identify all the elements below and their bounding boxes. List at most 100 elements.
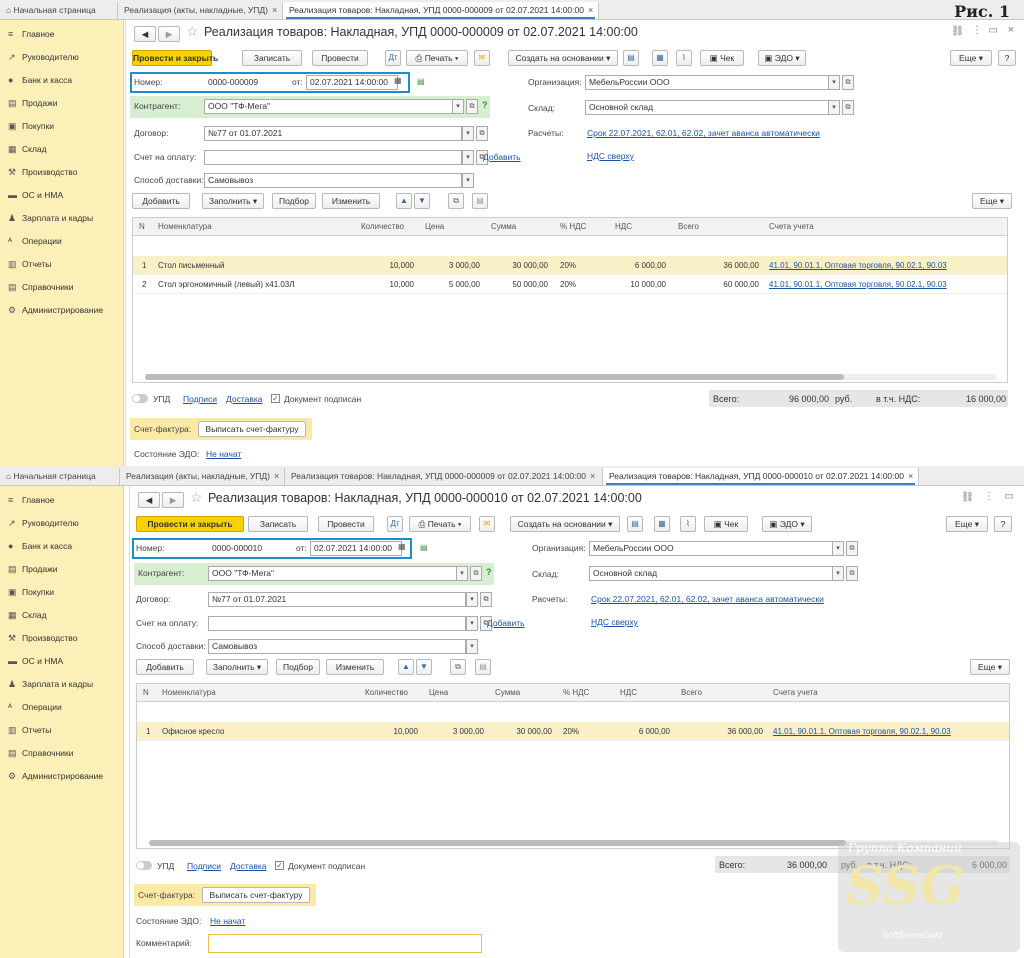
sidebar-item-production[interactable]: ⚒ Производство	[8, 164, 77, 180]
contractor-field[interactable]: ООО "ТФ-Мега"	[204, 99, 454, 114]
signed-checkbox[interactable]: ✓	[271, 394, 280, 403]
create-based-on-button[interactable]: Создать на основании ▾	[510, 516, 620, 532]
table-more-button[interactable]: Еще ▾	[970, 659, 1010, 675]
receipt-button[interactable]: ▣ Чек	[700, 50, 744, 66]
sidebar-item-main[interactable]: ≡ Главное	[8, 26, 54, 42]
attachment-icon[interactable]: ⌇	[676, 50, 692, 66]
calendar-icon[interactable]: ▦	[398, 542, 406, 551]
upd-toggle[interactable]	[136, 861, 152, 870]
tab-document-10[interactable]: Реализация товаров: Накладная, УПД 0000-…	[603, 468, 919, 485]
fill-button[interactable]: Заполнить ▾	[206, 659, 268, 675]
tab-sales-list[interactable]: Реализация (акты, накладные, УПД) ×	[118, 2, 283, 19]
settlements-link[interactable]: Срок 22.07.2021, 62.01, 62.02, зачет ава…	[587, 128, 820, 138]
create-based-on-button[interactable]: Создать на основании ▾	[508, 50, 618, 66]
sidebar-item-catalogs[interactable]: ▤ Справочники	[8, 279, 74, 295]
sidebar-item-salary[interactable]: ♟ Зарплата и кадры	[8, 210, 93, 226]
arrow-up-icon[interactable]: ▲	[398, 659, 414, 675]
signatures-link[interactable]: Подписи	[187, 861, 221, 871]
tab-home[interactable]: ⌂ Начальная страница	[0, 2, 118, 19]
question-icon[interactable]: ?	[486, 567, 492, 577]
sidebar-item-reports[interactable]: ▥ Отчеты	[8, 256, 51, 272]
issue-invoice-button[interactable]: Выписать счет-фактуру	[198, 421, 306, 437]
add-row-button[interactable]: Добавить	[132, 193, 190, 209]
star-icon[interactable]: ☆	[186, 23, 199, 40]
tab-home[interactable]: ⌂ Начальная страница	[0, 468, 120, 485]
copy-icon[interactable]: ⧉	[448, 193, 464, 209]
table-more-button[interactable]: Еще ▾	[972, 193, 1012, 209]
close-icon[interactable]: ×	[908, 471, 913, 481]
tab-document-9[interactable]: Реализация товаров: Накладная, УПД 0000-…	[285, 468, 603, 485]
sidebar-item-warehouse[interactable]: ▦ Склад	[8, 141, 47, 157]
add-invoice-link[interactable]: Добавить	[487, 618, 525, 628]
delivery-link[interactable]: Доставка	[226, 394, 263, 404]
tab-document[interactable]: Реализация товаров: Накладная, УПД 0000-…	[283, 2, 599, 19]
organization-field[interactable]: МебельРоссии ООО	[585, 75, 830, 90]
issue-invoice-button[interactable]: Выписать счет-фактуру	[202, 887, 310, 903]
warehouse-field[interactable]: Основной склад	[585, 100, 830, 115]
form-icon[interactable]: ▤	[417, 77, 425, 86]
link-icon[interactable]: ⛓	[961, 492, 974, 503]
organization-field[interactable]: МебельРоссии ООО	[589, 541, 834, 556]
post-and-close-button[interactable]: Провести и закрыть	[132, 50, 218, 66]
forward-button[interactable]: ▶	[162, 492, 184, 508]
open-icon[interactable]: ⧉	[480, 592, 492, 607]
copy-icon[interactable]: ⧉	[450, 659, 466, 675]
sidebar-item-assets[interactable]: ▬ ОС и НМА	[8, 653, 63, 669]
table-row[interactable]: 1 Офисное кресло 10,000 3 000,00 30 000,…	[137, 722, 1009, 741]
vat-on-top-link[interactable]: НДС сверху	[591, 617, 638, 627]
sidebar-item-admin[interactable]: ⚙ Администрирование	[8, 768, 103, 784]
contract-field[interactable]: №77 от 01.07.2021	[204, 126, 462, 141]
dropdown-icon[interactable]: ▾	[462, 126, 474, 141]
sidebar-item-operations[interactable]: ᴬ Операции	[8, 233, 62, 249]
arrow-down-icon[interactable]: ▼	[416, 659, 432, 675]
invoice-pay-field[interactable]	[204, 150, 462, 165]
maximize-icon[interactable]: ▭	[989, 25, 998, 36]
back-button[interactable]: ◀	[138, 492, 160, 508]
structure-icon[interactable]: ▦	[652, 50, 668, 66]
dropdown-icon[interactable]: ▾	[832, 541, 844, 556]
question-icon[interactable]: ?	[482, 100, 488, 110]
link-icon[interactable]: ⛓	[951, 26, 964, 37]
open-icon[interactable]: ⧉	[846, 566, 858, 581]
mail-icon[interactable]: ✉	[474, 50, 490, 66]
dropdown-icon[interactable]: ▾	[832, 566, 844, 581]
contractor-field[interactable]: ООО "ТФ-Мега"	[208, 566, 458, 581]
dropdown-icon[interactable]: ▾	[466, 592, 478, 607]
back-button[interactable]: ◀	[134, 26, 156, 42]
close-icon[interactable]: ×	[590, 471, 595, 481]
date-field[interactable]: 02.07.2021 14:00:00	[306, 75, 398, 90]
attachment-icon[interactable]: ⌇	[680, 516, 696, 532]
upd-toggle[interactable]	[132, 394, 148, 403]
sidebar-item-operations[interactable]: ᴬ Операции	[8, 699, 62, 715]
dropdown-icon[interactable]: ▾	[466, 639, 478, 654]
sidebar-item-manager[interactable]: ↗ Руководителю	[8, 49, 79, 65]
dt-kt-icon[interactable]: Дт	[385, 50, 401, 66]
dropdown-icon[interactable]: ▾	[462, 173, 474, 188]
add-row-button[interactable]: Добавить	[136, 659, 194, 675]
paste-icon[interactable]: ▤	[472, 193, 488, 209]
arrow-up-icon[interactable]: ▲	[396, 193, 412, 209]
select-button[interactable]: Подбор	[276, 659, 320, 675]
sidebar-item-manager[interactable]: ↗ Руководителю	[8, 515, 79, 531]
delivery-link[interactable]: Доставка	[230, 861, 267, 871]
sidebar-item-purchases[interactable]: ▣ Покупки	[8, 584, 54, 600]
table-row[interactable]: 2 Стол эргономичный (левый) x41.03Л 10,0…	[133, 275, 1007, 294]
calendar-icon[interactable]: ▦	[394, 76, 402, 85]
dropdown-icon[interactable]: ▾	[466, 616, 478, 631]
date-field[interactable]: 02.07.2021 14:00:00	[310, 541, 402, 556]
close-icon[interactable]: ×	[1008, 24, 1014, 36]
more-vertical-icon[interactable]: ⋮	[984, 491, 994, 502]
maximize-icon[interactable]: ▭	[1005, 491, 1014, 502]
close-icon[interactable]: ×	[588, 5, 593, 15]
open-icon[interactable]: ⧉	[842, 100, 854, 115]
add-invoice-link[interactable]: Добавить	[483, 152, 521, 162]
mail-icon[interactable]: ✉	[479, 516, 495, 532]
open-icon[interactable]: ⧉	[476, 126, 488, 141]
more-vertical-icon[interactable]: ⋮	[972, 25, 982, 36]
sidebar-item-assets[interactable]: ▬ ОС и НМА	[8, 187, 63, 203]
post-button[interactable]: Провести	[318, 516, 374, 532]
arrow-down-icon[interactable]: ▼	[414, 193, 430, 209]
sidebar-item-bank[interactable]: ● Банк и касса	[8, 72, 72, 88]
sidebar-item-purchases[interactable]: ▣ Покупки	[8, 118, 54, 134]
sidebar-item-sales[interactable]: ▤ Продажи	[8, 561, 58, 577]
